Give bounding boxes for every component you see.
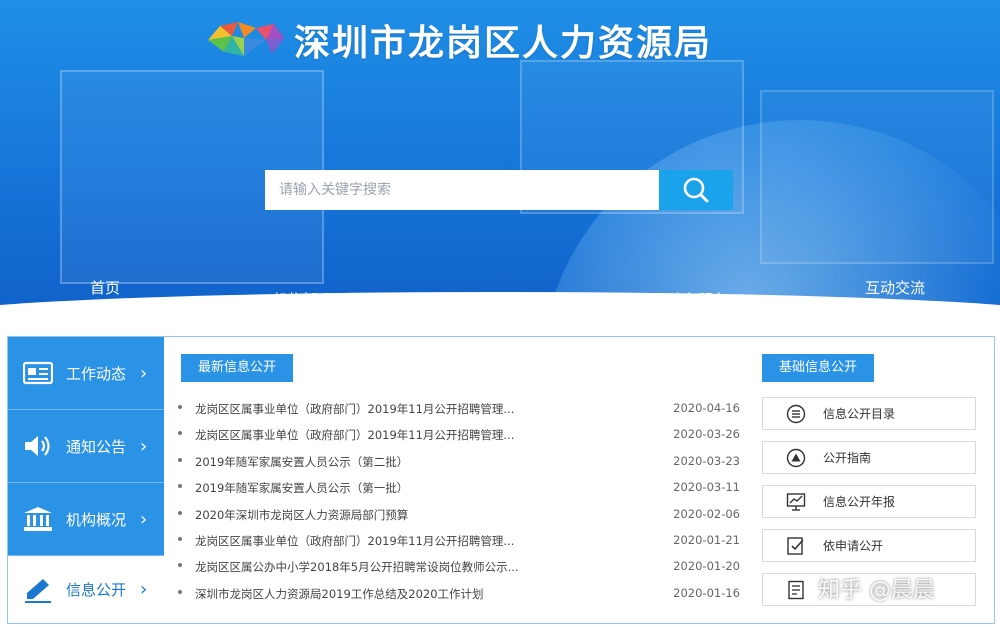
nav-about[interactable]: 机构概况 [273, 289, 333, 310]
news-date: 2020-04-16 [673, 401, 740, 415]
sidebar-item-label: 信息公开 [66, 581, 127, 599]
annual-report-button[interactable]: 信息公开年报 [762, 485, 976, 518]
news-date: 2020-01-16 [673, 585, 740, 600]
info-catalog-button[interactable]: 信息公开目录 [762, 397, 976, 430]
newspaper-icon [22, 359, 54, 387]
news-date: 2020-01-20 [673, 559, 740, 574]
bullet [178, 589, 182, 594]
bullet [178, 536, 182, 541]
search-icon [683, 177, 709, 203]
news-title[interactable]: 龙岗区区属事业单位（政府部门）2019年11月公开招聘管理... [195, 427, 514, 443]
news-date: 2020-01-21 [673, 532, 740, 547]
institution-icon [22, 505, 54, 533]
news-date: 2020-03-23 [673, 453, 740, 468]
button-label: 依申请公开 [823, 539, 884, 553]
news-date: 2020-03-26 [673, 427, 740, 442]
list-icon [785, 403, 807, 425]
latest-info-heading[interactable]: 最新信息公开 [181, 354, 293, 382]
list-item[interactable]: 龙岗区区属事业单位（政府部门）2019年11月公开招聘管理... 2020-04-… [178, 397, 740, 423]
sidebar-item-organization[interactable]: 机构概况 › [8, 483, 164, 556]
news-title[interactable]: 2019年随军家属安置人员公示（第二批） [195, 454, 408, 470]
list-item[interactable]: 2019年随军家属安置人员公示（第二批） 2020-03-23 [178, 450, 740, 476]
news-list: 龙岗区区属事业单位（政府部门）2019年11月公开招聘管理... 2020-04-… [178, 397, 740, 608]
sidebar-item-notices[interactable]: 通知公告 › [8, 410, 164, 483]
search-input[interactable] [265, 170, 659, 210]
button-label: 信息公开年报 [823, 495, 896, 509]
on-request-disclosure-button[interactable]: 依申请公开 [762, 529, 976, 562]
pen-icon [22, 576, 54, 604]
chevron-right-icon: › [140, 362, 148, 384]
search-button[interactable] [659, 170, 733, 210]
report-chart-icon [785, 491, 807, 513]
news-title[interactable]: 2019年随军家属安置人员公示（第一批） [195, 480, 408, 496]
bullet [178, 484, 182, 489]
bullet [178, 457, 182, 462]
nav-info-disclosure[interactable]: 信息公开 [470, 289, 530, 310]
sidebar-item-work-news[interactable]: 工作动态 › [8, 337, 164, 410]
news-title[interactable]: 龙岗区区属公办中小学2018年5月公开招聘常设岗位教师公示... [195, 559, 519, 575]
checkbox-icon [785, 535, 807, 557]
banner-decoration [760, 90, 994, 264]
list-item[interactable]: 深圳市龙岗区人力资源局2019工作总结及2020工作计划 2020-01-16 [178, 582, 740, 608]
sidebar-item-label: 通知公告 [66, 437, 127, 456]
button-label: 公开指南 [823, 451, 872, 465]
sidebar-item-label: 机构概况 [66, 510, 127, 529]
nav-interaction[interactable]: 互动交流 [865, 277, 925, 298]
speaker-icon [22, 432, 54, 460]
watermark: 知乎 @晨晨 [818, 578, 935, 603]
basic-info-heading[interactable]: 基础信息公开 [762, 354, 874, 382]
nav-gov-services[interactable]: 政务服务 [668, 289, 728, 310]
bullet [178, 510, 182, 515]
sidebar-item-info-disclosure[interactable]: 信息公开 › [8, 556, 164, 623]
sidebar-item-label: 工作动态 [66, 364, 127, 383]
news-title[interactable]: 深圳市龙岗区人力资源局2019工作总结及2020工作计划 [195, 586, 484, 602]
site-logo[interactable]: 深圳市龙岗区人力资源局 [204, 14, 774, 66]
colorful-polygon-logo-icon [208, 22, 284, 56]
list-item[interactable]: 2019年随军家属安置人员公示（第一批） 2020-03-11 [178, 476, 740, 502]
list-item[interactable]: 龙岗区区属事业单位（政府部门）2019年11月公开招聘管理... 2020-03-… [178, 423, 740, 449]
news-title[interactable]: 龙岗区区属事业单位（政府部门）2019年11月公开招聘管理... [195, 533, 514, 549]
search-bar [265, 170, 733, 210]
bullet [178, 563, 182, 568]
news-date: 2020-03-11 [673, 480, 740, 495]
list-item[interactable]: 2020年深圳市龙岗区人力资源局部门预算 2020-02-06 [178, 503, 740, 529]
site-title: 深圳市龙岗区人力资源局 [294, 23, 713, 64]
nav-home[interactable]: 首页 [90, 277, 120, 298]
news-date: 2020-02-06 [673, 506, 740, 521]
list-item[interactable]: 龙岗区区属事业单位（政府部门）2019年11月公开招聘管理... 2020-01-… [178, 529, 740, 555]
disclosure-guide-button[interactable]: 公开指南 [762, 441, 976, 474]
chevron-right-icon: › [140, 435, 148, 457]
list-item[interactable]: 龙岗区区属公办中小学2018年5月公开招聘常设岗位教师公示... 2020-01-… [178, 555, 740, 581]
sidebar: 工作动态 › 通知公告 › 机构概况 › 信息公开 › [8, 337, 164, 623]
chevron-right-icon: › [140, 508, 148, 530]
bullet [178, 405, 182, 409]
chevron-right-icon: › [140, 579, 148, 600]
bullet [178, 431, 182, 436]
document-icon [785, 579, 807, 601]
guide-icon [785, 447, 807, 469]
button-label: 信息公开目录 [823, 407, 896, 421]
news-title[interactable]: 2020年深圳市龙岗区人力资源局部门预算 [195, 507, 408, 523]
news-title[interactable]: 龙岗区区属事业单位（政府部门）2019年11月公开招聘管理... [195, 401, 514, 417]
